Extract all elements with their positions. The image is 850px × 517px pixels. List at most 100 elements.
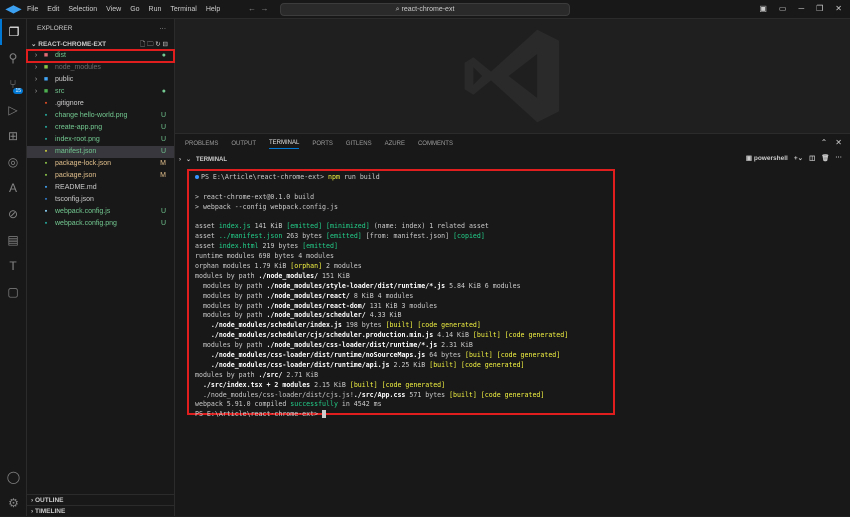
run-debug-icon[interactable]: ▷ <box>0 97 26 123</box>
file-icon: ▪ <box>44 172 48 179</box>
terminal-text: PS E:\Article\react-chrome-ext> <box>195 410 323 419</box>
close-panel-icon[interactable]: ✕ <box>835 138 842 147</box>
menu-view[interactable]: View <box>106 6 121 13</box>
shell-selector[interactable]: ▣ powershell <box>746 154 788 162</box>
explorer-icon[interactable]: ❐ <box>0 19 26 45</box>
terminal-section-label: TERMINAL <box>196 156 228 163</box>
file-item[interactable]: ▪ README.md <box>27 182 174 194</box>
file-item[interactable]: ▪ tsconfig.json <box>27 194 174 206</box>
command-center-search[interactable]: ⌕ react-chrome-ext <box>280 3 570 16</box>
chevron-right-icon: › <box>34 88 38 95</box>
terminal-text: 2 modules <box>322 262 362 271</box>
new-terminal-icon[interactable]: +⌄ <box>794 154 803 162</box>
menu-go[interactable]: Go <box>130 6 139 13</box>
file-item[interactable]: ▪ webpack.config.png U <box>27 218 174 230</box>
comments-icon[interactable]: ▢ <box>0 279 26 305</box>
docker-icon[interactable]: ▤ <box>0 227 26 253</box>
restore-icon[interactable]: ❐ <box>816 4 823 13</box>
terminal-text: ./node_modules/react-dom/ <box>266 301 366 310</box>
more-actions-icon[interactable]: ··· <box>836 154 843 162</box>
terminal-text: ./node_modules/scheduler/index.js <box>210 321 342 330</box>
scm-badge: 15 <box>13 88 23 94</box>
item-name: webpack.config.js <box>55 208 111 215</box>
terminal-output[interactable]: PS E:\Article\react-chrome-ext> npm run … <box>187 169 615 419</box>
trash-icon[interactable]: 🗑 <box>821 154 829 162</box>
terminal-text: 4.14 KiB <box>433 331 473 340</box>
menu-terminal[interactable]: Terminal <box>170 6 196 13</box>
layout-icon[interactable]: ▣ <box>759 4 767 13</box>
terminal-text: 8 KiB 4 modules <box>349 291 414 300</box>
folder-item[interactable]: › ■ dist ● <box>26 49 175 63</box>
folder-item[interactable]: › ■ node_modules <box>27 62 174 74</box>
maximize-panel-icon[interactable]: ⌃ <box>821 138 828 147</box>
file-item[interactable]: ▪ package-lock.json M <box>27 158 174 170</box>
teams-icon[interactable]: T <box>0 253 26 279</box>
source-control-icon[interactable]: ⑂ 15 <box>0 71 26 97</box>
file-icon: ▪ <box>44 124 48 131</box>
item-name: change hello-world.png <box>55 112 128 119</box>
tab-azure[interactable]: AZURE <box>385 141 405 147</box>
terminal-text: 571 bytes <box>405 390 450 399</box>
explorer-actions-icon[interactable]: 🗋 🗀 ↻ ⊟ <box>140 39 168 50</box>
panel-toggle-icon[interactable]: ▭ <box>779 4 787 13</box>
tab-terminal[interactable]: TERMINAL <box>269 140 300 149</box>
terminal-text: [from: manifest.json] <box>361 232 454 241</box>
terminal-text: 263 bytes <box>282 232 327 241</box>
terminal-text: modules by path <box>195 311 267 320</box>
file-icon: ▪ <box>44 100 48 107</box>
file-item[interactable]: ▪ package.json M <box>27 170 174 182</box>
outline-section[interactable]: › OUTLINE <box>27 494 175 505</box>
file-item[interactable]: ▪ .gitignore <box>27 98 174 110</box>
item-name: manifest.json <box>55 148 97 155</box>
terminal-text: ./node_modules/react/ <box>266 291 350 300</box>
menu-selection[interactable]: Selection <box>68 6 97 13</box>
azure-icon[interactable]: A <box>0 175 26 201</box>
menu-file[interactable]: File <box>27 6 38 13</box>
tab-problems[interactable]: PROBLEMS <box>185 141 218 147</box>
menu-run[interactable]: Run <box>149 6 162 13</box>
settings-gear-icon[interactable]: ⚙ <box>0 490 27 516</box>
split-terminal-icon[interactable]: ◫ <box>809 154 815 162</box>
file-icon: ▪ <box>44 160 48 167</box>
item-name: create-app.png <box>55 124 103 131</box>
terminal-text: [built] [code generated] <box>464 351 561 360</box>
file-icon: ▪ <box>44 184 48 191</box>
remote-icon[interactable]: ⊘ <box>0 201 26 227</box>
nav-arrows[interactable]: ← → <box>248 4 268 13</box>
item-name: src <box>55 88 65 95</box>
file-item[interactable]: ▪ change hello-world.png U <box>27 110 174 122</box>
menu-bar: File Edit Selection View Go Run Terminal Help <box>27 6 229 13</box>
account-icon[interactable]: ◯ <box>0 464 27 490</box>
file-icon: ▪ <box>44 136 48 143</box>
terminal-text: ./node_modules/css-loader/dist/runtime/a… <box>210 360 390 369</box>
extensions-icon[interactable]: ⊞ <box>0 123 26 149</box>
file-item[interactable]: ▪ index-root.png U <box>27 134 174 146</box>
gitlens-icon[interactable]: ◎ <box>0 149 26 175</box>
tab-gitlens[interactable]: GITLENS <box>346 141 372 147</box>
file-item[interactable]: ▪ create-app.png U <box>27 122 174 134</box>
more-icon[interactable]: ··· <box>160 19 167 39</box>
tab-comments[interactable]: COMMENTS <box>418 141 453 147</box>
menu-edit[interactable]: Edit <box>47 6 59 13</box>
file-item[interactable]: ▪ manifest.json U <box>27 146 174 158</box>
close-icon[interactable]: ✕ <box>835 4 842 13</box>
folder-icon: ■ <box>43 52 49 59</box>
minimize-icon[interactable]: ─ <box>798 4 804 13</box>
tab-ports[interactable]: PORTS <box>312 141 333 147</box>
timeline-section[interactable]: › TIMELINE <box>27 505 175 516</box>
project-header[interactable]: ⌄ REACT-CHROME-EXT 🗋 🗀 ↻ ⊟ <box>27 39 174 50</box>
git-status: U <box>160 112 166 119</box>
chevron-right-icon[interactable]: › <box>179 157 181 163</box>
tab-output[interactable]: OUTPUT <box>231 141 256 147</box>
file-item[interactable]: ▪ webpack.config.js U <box>27 206 174 218</box>
terminal-text: [built] [code generated] <box>349 380 446 389</box>
folder-item[interactable]: › ■ src ● <box>27 86 174 98</box>
item-name: package.json <box>55 172 97 179</box>
folder-item[interactable]: › ■ public <box>27 74 174 86</box>
terminal-text: modules by path <box>195 370 259 379</box>
terminal-line: ./node_modules/css-loader/dist/runtime/a… <box>195 361 607 371</box>
terminal-text: [copied] <box>453 232 485 241</box>
menu-help[interactable]: Help <box>206 6 220 13</box>
search-icon[interactable]: ⚲ <box>0 45 26 71</box>
terminal-section-header[interactable]: › ⌄ TERMINAL ▣ powershell +⌄ ◫ 🗑 ··· <box>175 154 850 165</box>
